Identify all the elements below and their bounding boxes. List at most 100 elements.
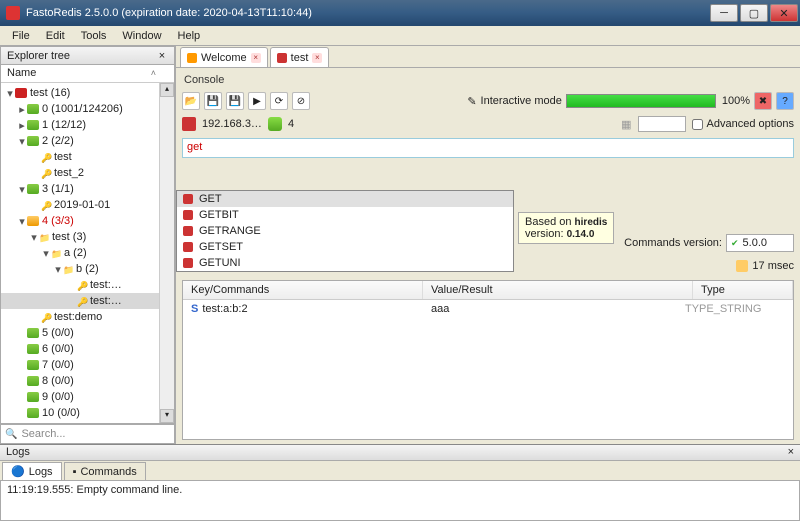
tree-root[interactable]: ▾test (16) [1,85,174,101]
database-icon [27,136,39,146]
tree-column-header[interactable]: Name ˄ [1,65,174,83]
tree-db[interactable]: ▾3 (1/1) [1,181,174,197]
folder-icon [39,232,49,242]
logs-close-icon[interactable]: × [788,446,794,459]
tree-key[interactable]: 2019-01-01 [1,197,174,213]
tree-label: a (2) [64,247,87,259]
tree-db[interactable]: ▾2 (2/2) [1,133,174,149]
tree-label: test (3) [52,231,86,243]
commands-tab[interactable]: ▪Commands [64,462,146,480]
tree-db[interactable]: 11 (0/0) [1,421,174,424]
tab-test[interactable]: test× [270,47,330,67]
tree-db[interactable]: 10 (0/0) [1,405,174,421]
cmd-icon [183,210,193,220]
tree-db[interactable]: 8 (0/0) [1,373,174,389]
tree-db-active[interactable]: ▾4 (3/3) [1,213,174,229]
tree-db[interactable]: ▸0 (1001/124206) [1,101,174,117]
log-output[interactable]: 11:19:19.555: Empty command line. [0,481,800,521]
tab-close-icon[interactable]: × [312,53,322,63]
save-button[interactable]: 💾 [204,92,222,110]
version-tooltip: Based on hiredis version: 0.14.0 [518,212,614,244]
tree-db[interactable]: 5 (0/0) [1,325,174,341]
saveas-button[interactable]: 💾 [226,92,244,110]
run-button[interactable]: ▶ [248,92,266,110]
ac-item[interactable]: GETUNI [177,255,513,271]
ac-item[interactable]: GET [177,191,513,207]
table-row[interactable]: Stest:a:b:2 aaa TYPE_STRING [183,300,793,318]
col-type[interactable]: Type [693,281,793,299]
maximize-button[interactable]: ▢ [740,4,768,22]
col-value[interactable]: Value/Result [423,281,693,299]
logs-tab[interactable]: 🔵 Logs [2,462,62,480]
typed-text: get [187,141,202,153]
tab-label: Logs [29,466,53,478]
key-icon [41,312,51,322]
tree-db[interactable]: 9 (0/0) [1,389,174,405]
welcome-icon [187,53,197,63]
ac-label: GETUNI [199,257,241,269]
view-combo[interactable] [638,116,686,132]
cancel-button[interactable]: ✖ [754,92,772,110]
host-label: 192.168.3… [202,118,262,130]
tree-key[interactable]: test [1,149,174,165]
ac-item[interactable]: GETBIT [177,207,513,223]
console-panel: Console 📂 💾 💾 ▶ ⟳ ⊘ ✎ Interactive mode 1… [176,68,800,444]
cell-key: test:a:b:2 [202,303,247,315]
tree-label: 9 (0/0) [42,391,74,403]
editor-tabs: Welcome × test× [176,46,800,68]
grid-icon[interactable]: ▦ [621,118,631,131]
cmd-icon [183,226,193,236]
chevron-up-icon: ˄ [151,68,156,78]
cmd-version-label: Commands version: [624,237,722,249]
menu-window[interactable]: Window [114,28,169,44]
refresh-button[interactable]: ⟳ [270,92,288,110]
cmd-icon [183,194,193,204]
tooltip-bold: hiredis [575,217,608,228]
tab-label: Commands [80,466,136,478]
ac-item[interactable]: GETRANGE [177,223,513,239]
advanced-options-checkbox[interactable]: Advanced options [692,118,794,130]
help-button[interactable]: ? [776,92,794,110]
tree-folder[interactable]: ▾test (3) [1,229,174,245]
cmd-icon [183,258,193,268]
database-icon [27,216,39,226]
menu-file[interactable]: File [4,28,38,44]
command-input[interactable]: get [182,138,794,158]
tab-welcome[interactable]: Welcome × [180,47,268,67]
tree-db[interactable]: 7 (0/0) [1,357,174,373]
database-icon [27,344,39,354]
menu-edit[interactable]: Edit [38,28,73,44]
stop-button[interactable]: ⊘ [292,92,310,110]
folder-icon [51,248,61,258]
tree-folder[interactable]: ▾a (2) [1,245,174,261]
ac-label: GETSET [199,241,243,253]
tree-label: 0 (1001/124206) [42,103,123,115]
tab-close-icon[interactable]: × [251,53,261,63]
search-input[interactable]: Search... [0,424,175,444]
minimize-button[interactable]: ─ [710,4,738,22]
tree-scrollbar[interactable]: ▴▾ [159,83,174,423]
edit-icon[interactable]: ✎ [467,95,476,108]
col-key[interactable]: Key/Commands [183,281,423,299]
tree-key[interactable]: test:… [1,277,174,293]
tree-db[interactable]: ▸1 (12/12) [1,117,174,133]
open-button[interactable]: 📂 [182,92,200,110]
tree-folder[interactable]: ▾b (2) [1,261,174,277]
explorer-close-icon[interactable]: × [156,50,168,62]
tab-label: Welcome [201,52,247,64]
tree-key[interactable]: test:demo [1,309,174,325]
menu-help[interactable]: Help [170,28,209,44]
version-combo[interactable]: 5.0.0 [726,234,794,252]
cell-value: aaa [431,303,685,315]
database-icon [27,328,39,338]
app-icon [6,6,20,20]
ac-item[interactable]: GETSET [177,239,513,255]
close-button[interactable]: ✕ [770,4,798,22]
database-icon [27,376,39,386]
string-icon: S [191,303,198,315]
tree-key[interactable]: test_2 [1,165,174,181]
tree-key-selected[interactable]: test:… [1,293,174,309]
menu-tools[interactable]: Tools [73,28,115,44]
log-icon: 🔵 [11,465,25,478]
tree-db[interactable]: 6 (0/0) [1,341,174,357]
